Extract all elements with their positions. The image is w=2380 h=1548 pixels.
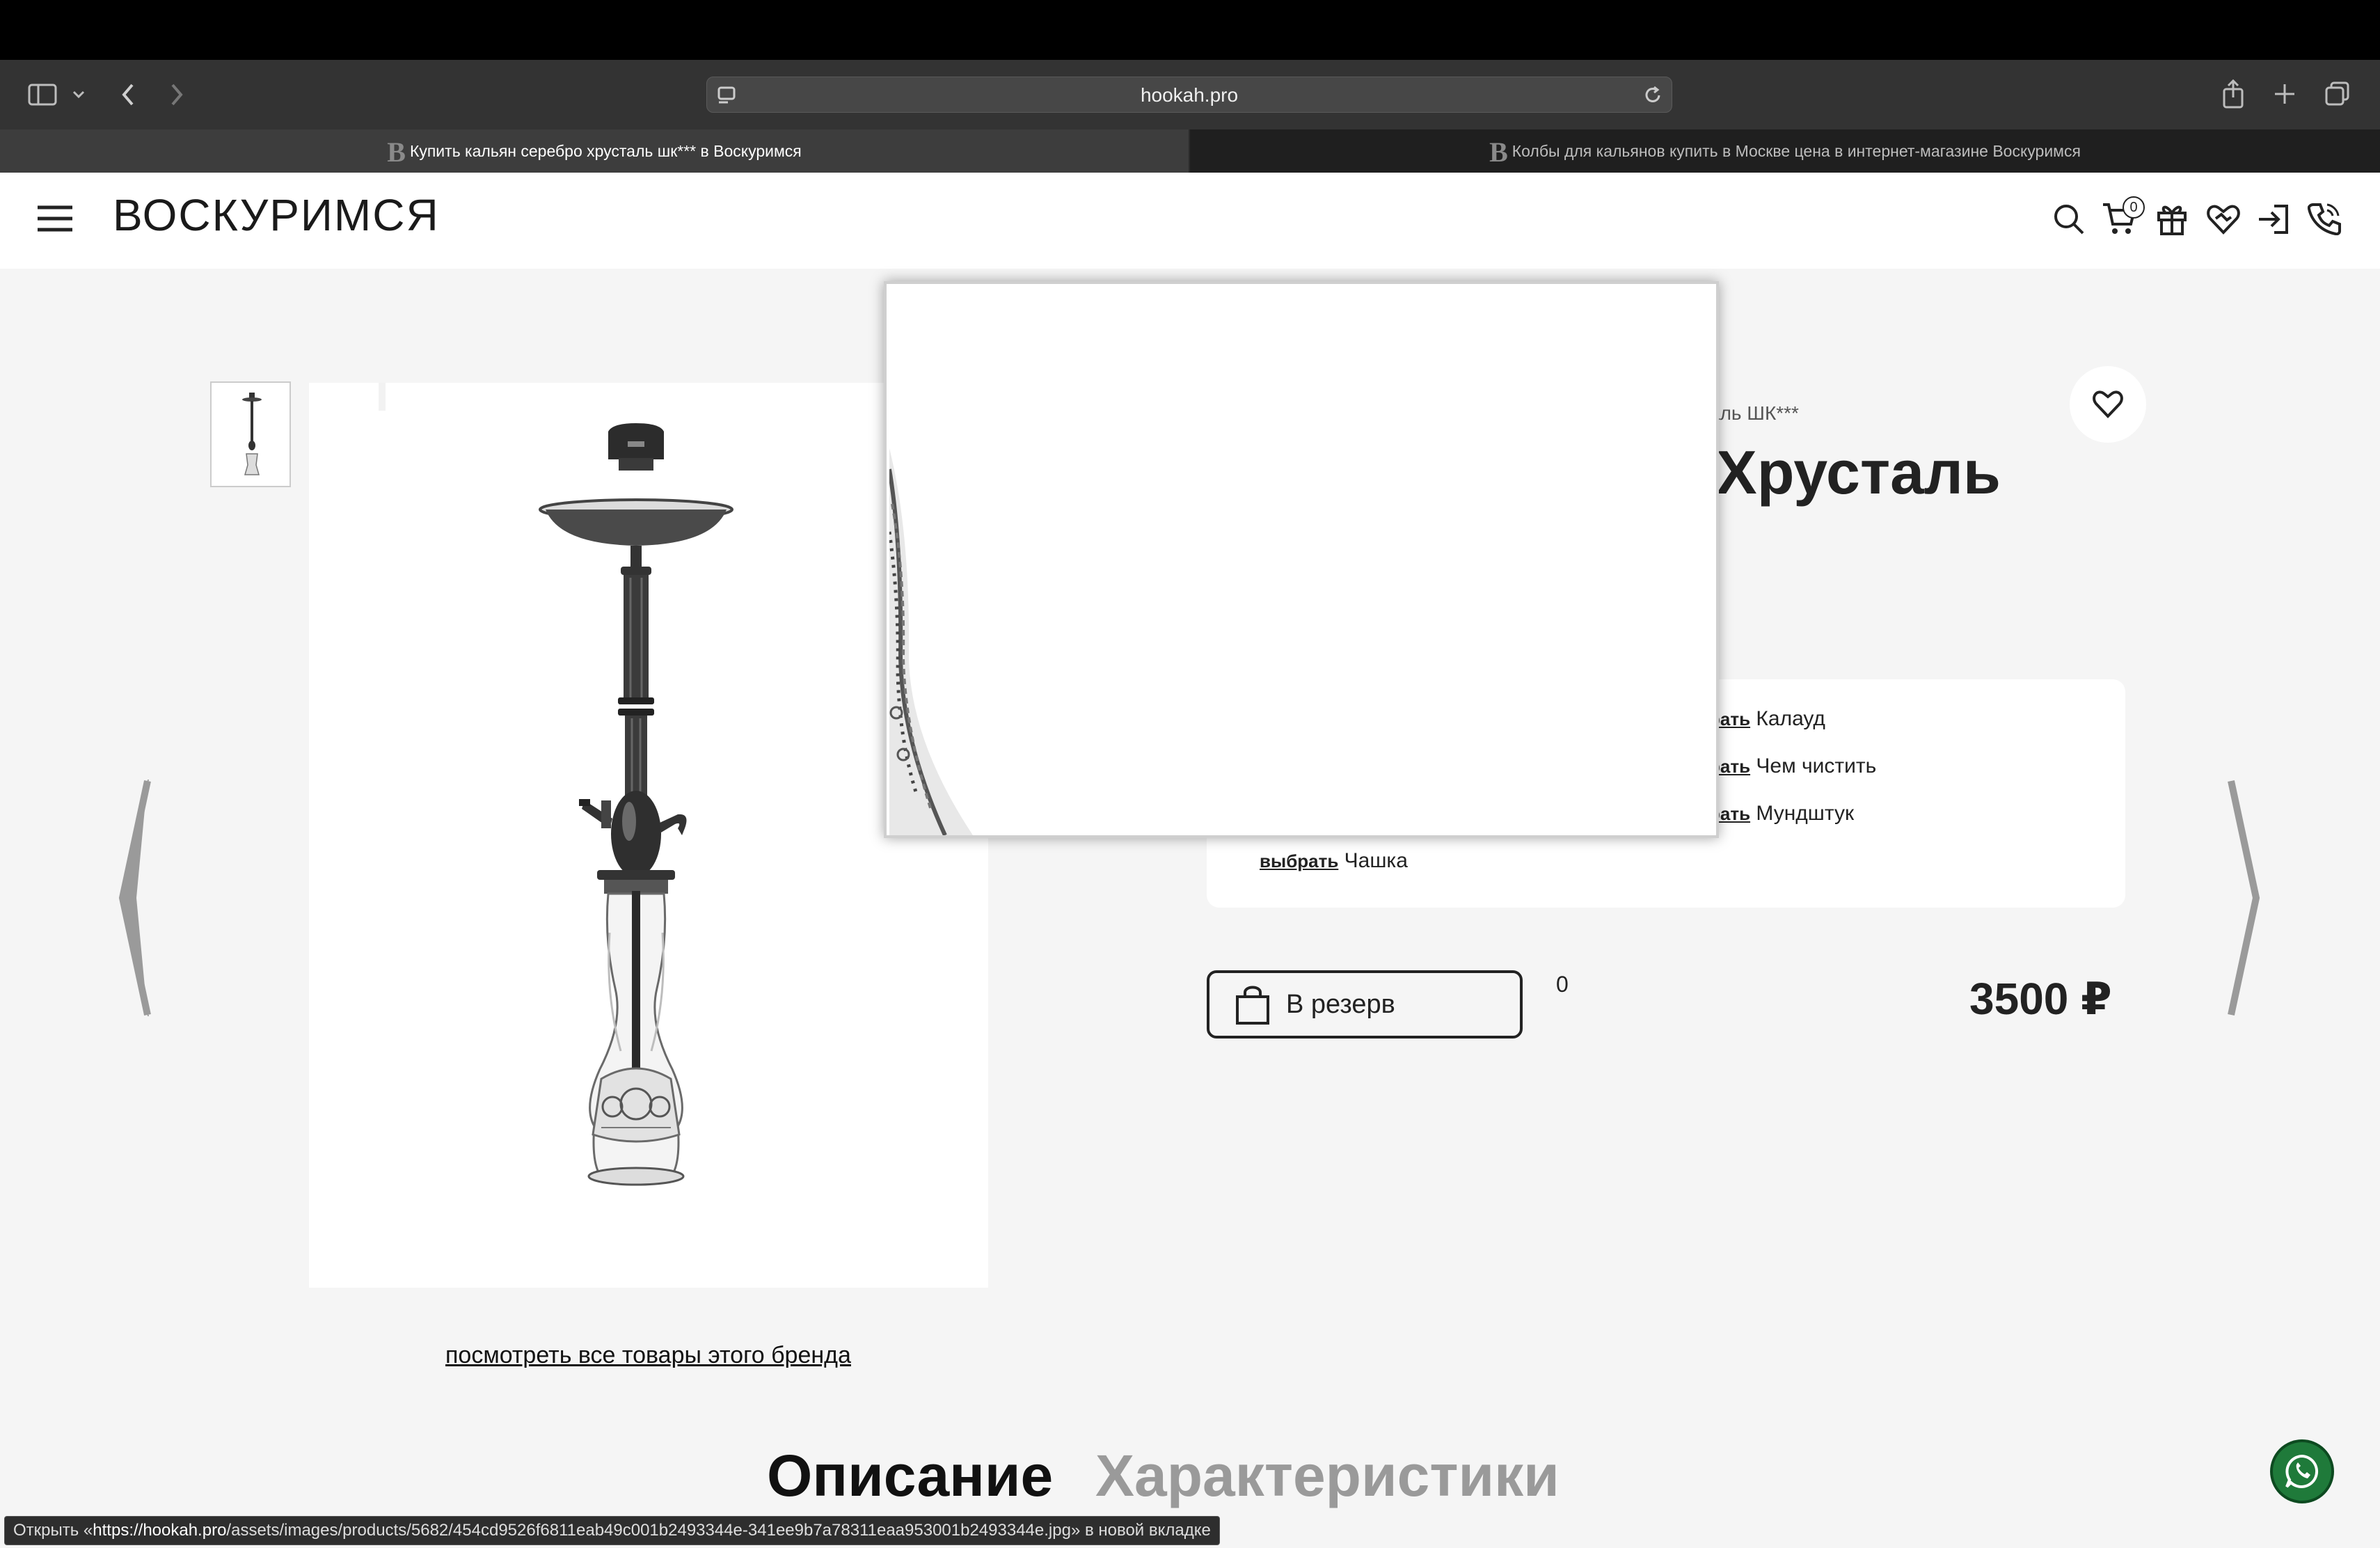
tab-inactive[interactable]: B Колбы для кальянов купить в Москве цена… (1190, 129, 2380, 173)
shopping-bag-icon (1236, 986, 1269, 1025)
cart-count-badge: 0 (2123, 196, 2145, 219)
link-status-bar: Открыть «https://hookah.pro/assets/image… (4, 1516, 1220, 1545)
reload-icon[interactable] (1644, 86, 1663, 105)
image-zoom-popup (884, 281, 1719, 838)
accessory-row-mouthpiece: рать Мундштук (1709, 802, 1854, 826)
new-tab-icon[interactable] (2273, 82, 2296, 106)
tab-bar: B Купить кальян серебро хрусталь шк*** в … (0, 129, 2380, 173)
accessory-name: Мундштук (1756, 802, 1855, 825)
status-suffix: » в новой вкладке (1070, 1521, 1211, 1540)
chevron-down-icon[interactable] (72, 90, 85, 99)
login-icon[interactable] (2258, 203, 2290, 235)
tab-overview-icon[interactable] (2324, 81, 2351, 107)
search-icon[interactable] (2053, 203, 2085, 235)
tab-active[interactable]: B Купить кальян серебро хрусталь шк*** в … (0, 129, 1189, 173)
accessory-name: Калауд (1756, 707, 1825, 730)
gift-icon[interactable] (2156, 202, 2188, 235)
choose-link[interactable]: выбрать (1260, 851, 1338, 871)
tab-title: Колбы для кальянов купить в Москве цена … (1512, 142, 2081, 160)
sidebar-toggle-icon[interactable] (28, 84, 57, 106)
forward-icon[interactable] (168, 82, 185, 107)
cart-button[interactable]: 0 (2102, 196, 2145, 237)
accessory-name: Чем чистить (1756, 755, 1877, 777)
accessory-row-bowl: выбрать Чашка (1260, 849, 1408, 873)
product-thumbnail[interactable] (210, 381, 291, 487)
heart-icon (2093, 390, 2123, 418)
whatsapp-icon (2285, 1454, 2319, 1488)
share-icon[interactable] (2221, 79, 2245, 109)
product-title: Хрусталь (1716, 438, 2001, 507)
reserve-button-label: В резерв (1286, 990, 1395, 1019)
product-price: 3500 ₽ (1969, 974, 2112, 1024)
status-host: https://hookah.pro (93, 1521, 227, 1540)
quantity-value[interactable]: 0 (1556, 972, 1569, 997)
browser-toolbar: hookah.pro (0, 60, 2380, 129)
system-menu-bar (0, 0, 2380, 60)
next-arrow-icon[interactable] (2227, 780, 2262, 1016)
accessory-name: Чашка (1344, 849, 1408, 872)
status-prefix: Открыть « (13, 1521, 93, 1540)
status-path: /assets/images/products/5682/454cd9526f6… (226, 1521, 1071, 1540)
tab-description[interactable]: Описание (767, 1442, 1053, 1510)
heart-handshake-icon[interactable] (2206, 203, 2241, 235)
site-logo[interactable]: ВОСКУРИМСЯ (113, 189, 440, 241)
back-icon[interactable] (120, 82, 136, 107)
tab-characteristics[interactable]: Характеристики (1095, 1442, 1560, 1510)
phone-icon[interactable] (2308, 202, 2341, 235)
whatsapp-button[interactable] (2270, 1439, 2334, 1503)
previous-arrow-icon[interactable] (117, 780, 152, 1016)
brand-products-link[interactable]: посмотреть все товары этого бренда (445, 1342, 851, 1369)
address-bar[interactable]: hookah.pro (706, 77, 1672, 113)
favorite-button[interactable] (2070, 366, 2146, 443)
accessory-row-kalaud: рать Калауд (1709, 707, 1825, 731)
site-favicon-icon: B (387, 136, 406, 168)
site-favicon-icon: B (1489, 136, 1508, 168)
hookah-thumbnail-image (242, 393, 262, 475)
product-brand-breadcrumb: аль ШК*** (1709, 402, 1799, 424)
menu-icon[interactable] (36, 205, 74, 232)
tab-title: Купить кальян серебро хрусталь шк*** в В… (409, 142, 802, 160)
url-text: hookah.pro (1140, 84, 1239, 106)
zoomed-crystal-detail-image (889, 448, 973, 835)
accessory-row-cleaning: рать Чем чистить (1709, 755, 1876, 778)
reserve-button[interactable]: В резерв (1207, 970, 1523, 1038)
